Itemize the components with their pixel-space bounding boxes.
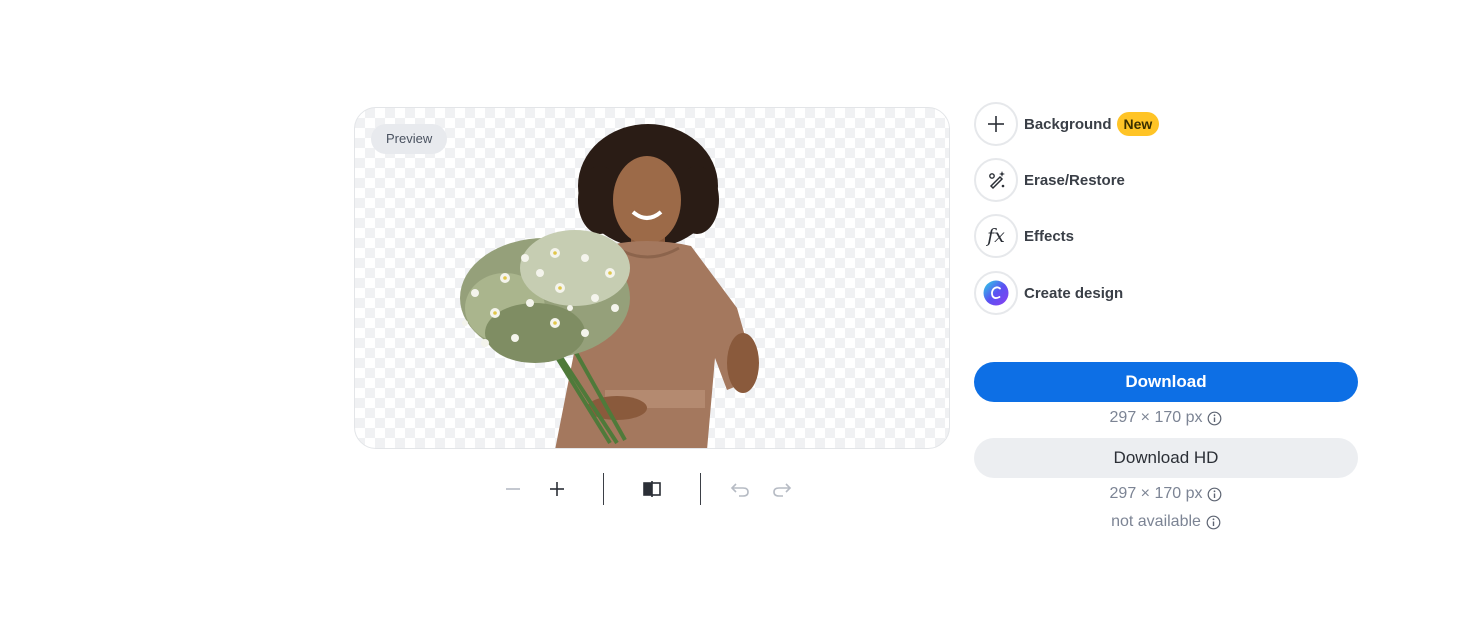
- erase-restore-tool[interactable]: Erase/Restore: [974, 158, 1125, 202]
- info-icon[interactable]: [1206, 515, 1221, 530]
- download-hd-status-row: not available: [974, 513, 1358, 531]
- download-hd-status: not available: [1111, 513, 1201, 530]
- redo-icon: [773, 483, 792, 497]
- download-size-row: 297 × 170 px: [974, 409, 1358, 427]
- new-badge: New: [1116, 112, 1160, 136]
- download-button[interactable]: Download: [974, 362, 1358, 402]
- preview-badge: Preview: [371, 124, 448, 154]
- erase-restore-icon: [989, 171, 1005, 190]
- undo-button[interactable]: [724, 474, 756, 504]
- subject-image: [460, 124, 759, 448]
- download-hd-button[interactable]: Download HD: [974, 438, 1358, 478]
- redo-button[interactable]: [766, 474, 798, 504]
- erase-restore-tool-label: Erase/Restore: [1024, 171, 1125, 189]
- create-design-tool[interactable]: Create design: [974, 271, 1123, 315]
- create-design-tool-label: Create design: [1024, 284, 1124, 302]
- background-tool-label: Background: [1024, 115, 1112, 133]
- preview-toolbar: [354, 468, 950, 510]
- download-hd-size-row: 297 × 170 px: [974, 485, 1358, 503]
- download-hd-size: 297 × 170 px: [1109, 485, 1203, 502]
- canva-logo-icon: [983, 280, 1009, 306]
- effects-tool[interactable]: fx Effects: [974, 214, 1074, 258]
- plus-icon: [550, 482, 564, 496]
- toolbar-divider: [603, 473, 604, 505]
- undo-icon: [730, 483, 749, 497]
- download-size: 297 × 170 px: [1109, 409, 1203, 426]
- zoom-in-button[interactable]: [541, 474, 573, 504]
- info-icon[interactable]: [1207, 411, 1222, 426]
- effects-tool-label: Effects: [1024, 227, 1075, 245]
- effects-tool-button[interactable]: fx: [974, 214, 1018, 258]
- fx-icon: fx: [987, 225, 1005, 247]
- erase-restore-tool-button[interactable]: [974, 158, 1018, 202]
- background-tool-button[interactable]: [974, 102, 1018, 146]
- compare-icon: [643, 481, 661, 497]
- create-design-tool-button[interactable]: [974, 271, 1018, 315]
- compare-button[interactable]: [636, 474, 668, 504]
- minus-icon: [506, 488, 520, 490]
- plus-icon: [988, 116, 1004, 132]
- zoom-out-button[interactable]: [497, 474, 529, 504]
- background-tool[interactable]: Background New: [974, 102, 1160, 146]
- info-icon[interactable]: [1207, 487, 1222, 502]
- toolbar-divider: [700, 473, 701, 505]
- preview-card: Preview: [354, 107, 950, 449]
